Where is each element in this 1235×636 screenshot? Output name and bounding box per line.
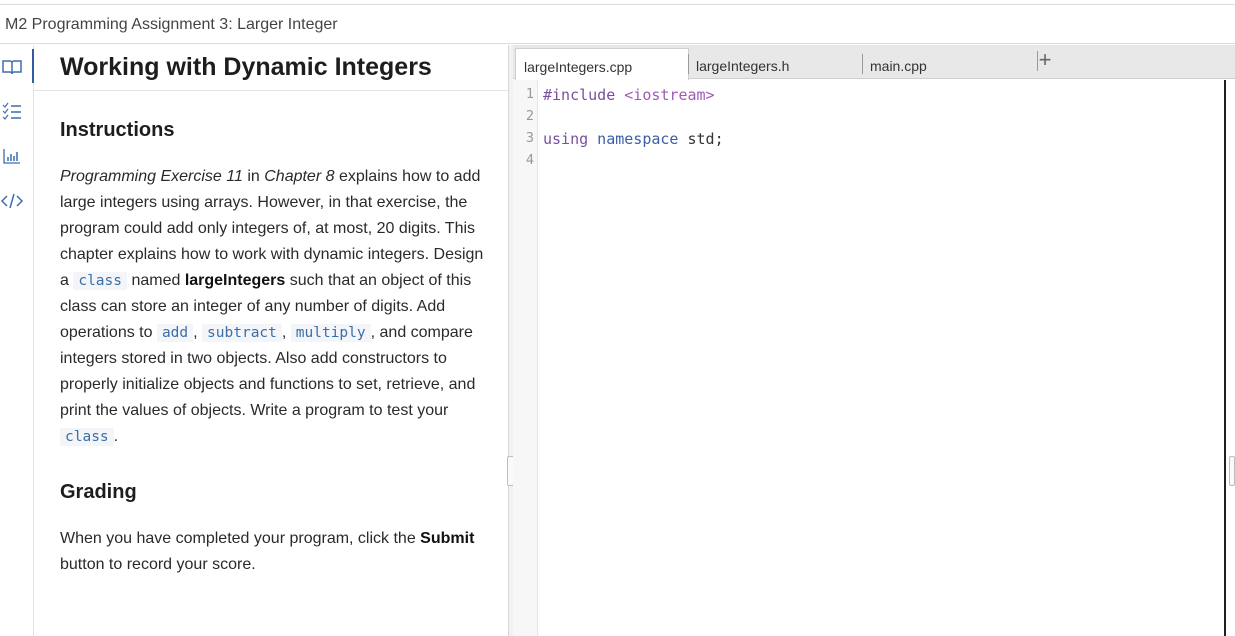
add-tab-button[interactable]: +	[1030, 48, 1060, 74]
panel-header: Working with Dynamic Integers	[34, 45, 508, 91]
code-multiply: multiply	[290, 324, 371, 342]
code-icon[interactable]	[0, 189, 24, 213]
editor-tab-bar: largeIntegers.cpp largeIntegers.h main.c…	[513, 45, 1235, 80]
chart-icon[interactable]	[0, 144, 24, 168]
code-add: add	[156, 324, 194, 342]
code-line-1[interactable]: #include <iostream>	[543, 86, 715, 104]
code-class-2: class	[60, 428, 114, 446]
exercise-ref: Programming Exercise 11	[60, 168, 243, 185]
class-name: largeIntegers	[184, 272, 286, 289]
right-splitter-handle[interactable]	[1229, 456, 1235, 486]
page-title: Working with Dynamic Integers	[60, 53, 432, 81]
submit-ref: Submit	[420, 530, 475, 547]
line-number: 4	[525, 152, 534, 168]
editor-edge	[1224, 80, 1226, 636]
code-class: class	[73, 272, 127, 290]
tab-largeintegers-cpp[interactable]: largeIntegers.cpp	[515, 48, 689, 80]
tab-main-cpp[interactable]: main.cpp	[862, 48, 1036, 79]
tab-largeintegers-h[interactable]: largeIntegers.h	[688, 48, 862, 79]
left-icon-rail	[0, 45, 34, 636]
grading-text: When you have completed your program, cl…	[60, 530, 475, 573]
line-number: 1	[525, 86, 534, 102]
code-editor[interactable]: 1 2 3 4 #include <iostream> using namesp…	[513, 80, 1235, 636]
line-gutter: 1 2 3 4	[513, 80, 538, 636]
code-subtract: subtract	[202, 324, 282, 342]
code-line-3[interactable]: using namespace std;	[543, 130, 724, 148]
instructions-text: Programming Exercise 11 in Chapter 8 exp…	[60, 168, 484, 446]
title-bar: M2 Programming Assignment 3: Larger Inte…	[0, 4, 1235, 44]
assignment-title: M2 Programming Assignment 3: Larger Inte…	[5, 16, 338, 33]
chapter-ref: Chapter 8	[264, 168, 335, 185]
instructions-heading: Instructions	[60, 119, 175, 141]
checklist-icon[interactable]	[0, 99, 24, 123]
line-number: 3	[525, 130, 534, 146]
instructions-panel: Working with Dynamic Integers Instructio…	[34, 45, 508, 636]
line-number: 2	[525, 108, 534, 124]
book-icon[interactable]	[0, 49, 34, 83]
grading-heading: Grading	[60, 481, 137, 503]
